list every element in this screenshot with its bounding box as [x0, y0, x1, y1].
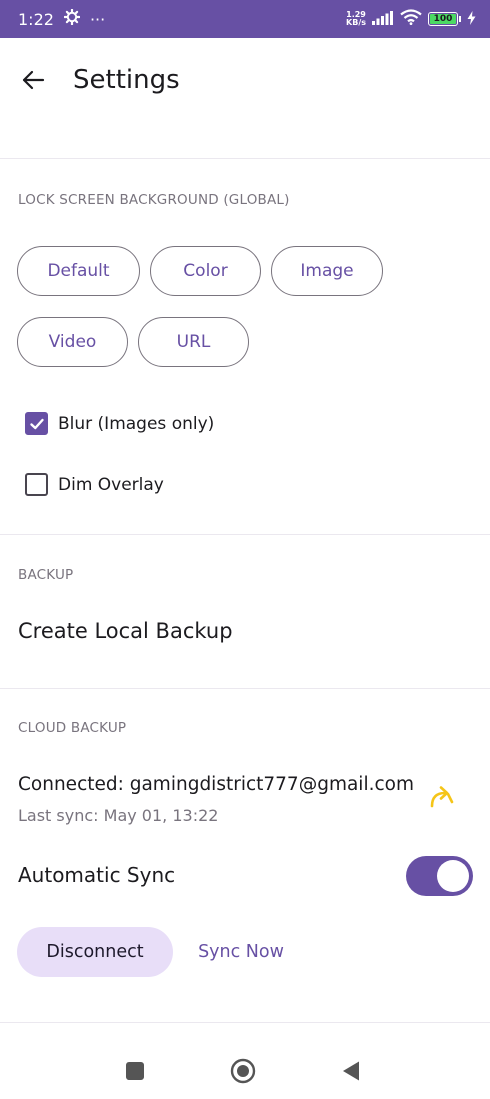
dim-overlay-option-row[interactable]: Dim Overlay — [25, 473, 164, 496]
switch-thumb — [437, 860, 469, 892]
battery-level: 100 — [433, 14, 453, 24]
dim-overlay-label: Dim Overlay — [58, 474, 164, 495]
system-navigation-bar — [0, 1042, 490, 1099]
toolbar: Settings — [0, 38, 490, 122]
settings-gear-icon — [63, 8, 81, 29]
automatic-sync-switch[interactable] — [406, 856, 473, 896]
last-sync-text: Last sync: May 01, 13:22 — [18, 806, 219, 825]
chip-video[interactable]: Video — [17, 317, 128, 367]
status-bar: 1:22 ··· 1.29 KB/s 100 — [0, 0, 490, 38]
signal-icon — [372, 10, 394, 29]
battery-icon: 100 — [428, 12, 458, 26]
home-circle-icon — [230, 1058, 256, 1084]
blur-label: Blur (Images only) — [58, 413, 215, 434]
divider — [0, 158, 490, 159]
disconnect-button[interactable]: Disconnect — [17, 927, 173, 977]
blur-option-row[interactable]: Blur (Images only) — [25, 412, 214, 435]
section-header-lock-screen: LOCK SCREEN BACKGROUND (GLOBAL) — [18, 192, 290, 208]
more-notifications-icon: ··· — [89, 9, 106, 29]
home-button[interactable] — [230, 1058, 256, 1084]
chip-default[interactable]: Default — [17, 246, 140, 296]
dim-overlay-checkbox[interactable] — [25, 473, 48, 496]
section-header-backup: BACKUP — [18, 567, 74, 583]
network-speed: 1.29 KB/s — [346, 11, 366, 27]
divider — [0, 1022, 490, 1023]
sync-now-button[interactable]: Sync Now — [185, 927, 297, 977]
square-icon — [126, 1062, 144, 1080]
connected-account-text: Connected: gamingdistrict777@gmail.com — [18, 774, 414, 795]
triangle-back-icon — [343, 1061, 359, 1081]
blur-checkbox[interactable] — [25, 412, 48, 435]
arrow-back-icon — [22, 70, 45, 90]
divider — [0, 688, 490, 689]
page-title: Settings — [73, 65, 180, 95]
share-icon[interactable] — [428, 782, 456, 810]
automatic-sync-label: Automatic Sync — [18, 863, 176, 887]
status-right: 1.29 KB/s 100 — [346, 9, 476, 29]
create-local-backup-item[interactable]: Create Local Backup — [18, 619, 233, 643]
checkmark-icon — [29, 418, 44, 429]
chip-color[interactable]: Color — [150, 246, 261, 296]
chip-url[interactable]: URL — [138, 317, 249, 367]
back-button[interactable] — [18, 65, 48, 95]
status-left: 1:22 ··· — [18, 8, 106, 29]
network-speed-unit: KB/s — [346, 18, 366, 27]
battery-nub — [459, 16, 461, 22]
back-nav-button[interactable] — [338, 1058, 364, 1084]
recents-button[interactable] — [122, 1058, 148, 1084]
charging-bolt-icon — [467, 10, 476, 29]
divider — [0, 534, 490, 535]
status-time: 1:22 — [18, 9, 54, 29]
chip-image[interactable]: Image — [271, 246, 383, 296]
wifi-icon — [400, 9, 422, 29]
section-header-cloud-backup: CLOUD BACKUP — [18, 720, 127, 736]
